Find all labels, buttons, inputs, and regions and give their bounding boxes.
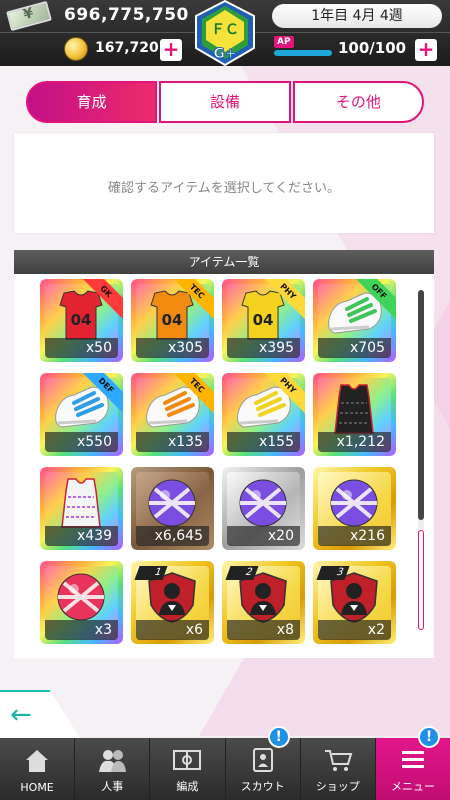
- nav-scout[interactable]: スカウト!: [226, 726, 301, 800]
- item-tile[interactable]: 04 TEC x305: [131, 279, 214, 362]
- svg-text:04: 04: [162, 311, 183, 329]
- item-level-tag: 3: [316, 566, 350, 580]
- item-tile[interactable]: PHY x155: [222, 373, 305, 456]
- item-count: x439: [45, 526, 118, 546]
- recover-ap-button[interactable]: +: [415, 39, 437, 61]
- money-value: 696,775,750: [64, 5, 189, 25]
- item-level-tag: 2: [225, 566, 259, 580]
- item-tile[interactable]: TEC x135: [131, 373, 214, 456]
- status-bar: 696,775,750 1年目 4月 4週 167,720 + AP 100/1…: [0, 0, 450, 66]
- item-tile[interactable]: OFF x705: [313, 279, 396, 362]
- item-count: x50: [45, 338, 118, 358]
- back-arrow-icon: ←: [10, 700, 32, 730]
- notification-badge: !: [418, 726, 441, 748]
- nav-home[interactable]: HOME: [0, 738, 76, 800]
- cart-icon: [324, 750, 353, 771]
- item-count: x216: [318, 526, 391, 546]
- item-count: x20: [227, 526, 300, 546]
- item-tile[interactable]: x1,212: [313, 373, 396, 456]
- vest-icon: [334, 384, 374, 434]
- nav-pitch[interactable]: 編成: [150, 738, 226, 800]
- coin-value: 167,720: [95, 40, 159, 56]
- home-icon: [26, 750, 49, 772]
- nav-label: スカウト: [240, 780, 285, 793]
- svg-text:ＦＣ: ＦＣ: [211, 22, 239, 38]
- item-list: アイテム一覧 04 GK x50 04 TEC x305 04 PHY x395 OFF x7…: [14, 250, 434, 658]
- item-count: x1,212: [318, 432, 391, 452]
- tab-training[interactable]: 育成: [26, 81, 158, 123]
- notification-badge: !: [267, 726, 290, 748]
- svg-text:04: 04: [71, 311, 92, 329]
- people-icon: [99, 750, 127, 772]
- scrollbar-lower-track[interactable]: [418, 530, 424, 630]
- item-count: x305: [136, 338, 209, 358]
- item-tile[interactable]: x439: [40, 467, 123, 550]
- nav-people[interactable]: 人事: [75, 738, 151, 800]
- item-count: x135: [136, 432, 209, 452]
- nav-cart[interactable]: ショップ: [301, 738, 376, 800]
- item-count: x395: [227, 338, 300, 358]
- team-emblem-icon[interactable]: ＦＣ G+: [192, 0, 258, 66]
- item-tile[interactable]: x6,645: [131, 467, 214, 550]
- item-count: x705: [318, 338, 391, 358]
- svg-text:04: 04: [253, 311, 274, 329]
- tab-other[interactable]: その他: [292, 81, 424, 123]
- item-list-title: アイテム一覧: [14, 250, 434, 274]
- item-tile[interactable]: DEF x550: [40, 373, 123, 456]
- scout-icon: [252, 748, 273, 772]
- ap-gauge: [274, 50, 332, 56]
- item-detail-panel: 確認するアイテムを選択してください。: [14, 133, 434, 233]
- item-count: x8: [227, 620, 300, 640]
- item-count: x155: [227, 432, 300, 452]
- ball-icon: [148, 479, 196, 527]
- menu-icon: [401, 751, 424, 768]
- nav-label: HOME: [20, 781, 54, 794]
- tab-facilities[interactable]: 設備: [159, 81, 291, 123]
- item-count: x550: [45, 432, 118, 452]
- tab-bar: 育成 設備 その他: [26, 81, 424, 123]
- select-item-message: 確認するアイテムを選択してください。: [108, 181, 340, 196]
- coin-icon: [64, 37, 88, 61]
- nav-menu[interactable]: メニュー!: [375, 726, 450, 800]
- item-tile[interactable]: x216: [313, 467, 396, 550]
- item-tile[interactable]: 04 GK x50: [40, 279, 123, 362]
- nav-label: メニュー: [390, 780, 435, 793]
- item-count: x2: [318, 620, 391, 640]
- nav-label: 編成: [176, 780, 199, 793]
- nav-label: ショップ: [315, 780, 360, 793]
- item-tile[interactable]: x3: [40, 561, 123, 644]
- pitch-icon: [173, 750, 202, 770]
- bottom-nav: HOME 人事 編成 スカウト! ショップ メニュー!: [0, 726, 450, 800]
- ball-icon: [57, 573, 105, 621]
- item-tile[interactable]: 3 x2: [313, 561, 396, 644]
- ap-label: AP: [274, 36, 294, 48]
- emblem-rank: G+: [213, 46, 236, 62]
- week-indicator: 1年目 4月 4週: [272, 4, 442, 28]
- ball-icon: [330, 479, 378, 527]
- item-tile[interactable]: 1 x6: [131, 561, 214, 644]
- item-tile[interactable]: 2 x8: [222, 561, 305, 644]
- nav-label: 人事: [101, 780, 124, 793]
- money-icon: [6, 0, 52, 32]
- item-tile[interactable]: x20: [222, 467, 305, 550]
- ap-value: 100/100: [338, 39, 407, 57]
- item-level-tag: 1: [134, 566, 168, 580]
- ball-icon: [239, 479, 287, 527]
- item-tile[interactable]: 04 PHY x395: [222, 279, 305, 362]
- item-count: x3: [45, 620, 118, 640]
- item-count: x6: [136, 620, 209, 640]
- item-count: x6,645: [136, 526, 209, 546]
- buy-coins-button[interactable]: +: [160, 39, 182, 61]
- vest-icon: [61, 478, 101, 528]
- scrollbar-thumb[interactable]: [418, 290, 424, 520]
